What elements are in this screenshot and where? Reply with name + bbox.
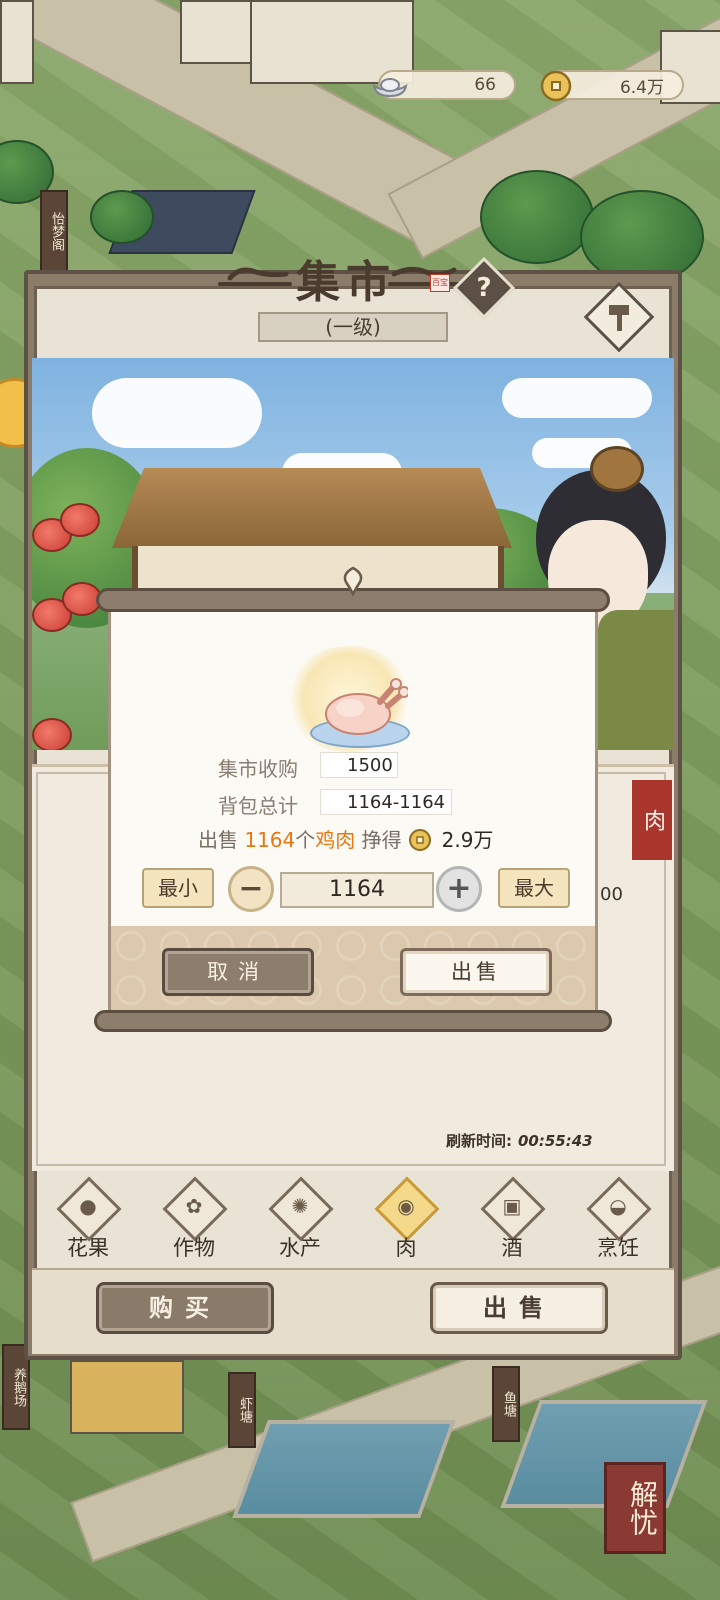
refresh-timer: 刷新时间: 00:55:43: [446, 1130, 593, 1151]
tab-label: 烹饪: [597, 1236, 639, 1260]
silver-ingot-counter[interactable]: 66: [372, 70, 516, 100]
plus-icon: +: [446, 871, 472, 906]
lantern: [32, 718, 72, 750]
lantern: [60, 503, 100, 537]
help-icon: ?: [476, 273, 492, 303]
market-roof: [112, 468, 512, 548]
scroll-rod-bottom: [94, 1010, 612, 1032]
merchant-npc-hairpin: [590, 446, 644, 492]
market-buy-value: 1500: [320, 752, 398, 778]
copper-coin-counter[interactable]: 6.4万: [540, 70, 684, 102]
market-buy-label: 集市收购: [218, 757, 298, 781]
tab-label: 花果: [67, 1236, 109, 1260]
market-level: (一级): [258, 312, 448, 342]
tab-label: 作物: [173, 1236, 215, 1260]
min-quantity-button[interactable]: 最小: [142, 868, 214, 908]
copper-coin-icon: [408, 829, 431, 851]
sell-mode-button[interactable]: 出售: [430, 1282, 608, 1334]
tab-fruit[interactable]: ● 花果: [48, 1176, 128, 1262]
tab-aquatic[interactable]: ✺ 水产: [260, 1176, 340, 1262]
sell-prefix: 出售: [198, 828, 238, 852]
world-sign: 鱼塘: [492, 1366, 520, 1442]
world-sign: 虾塘: [228, 1372, 256, 1448]
sell-unit: 个: [295, 828, 316, 852]
silver-ingot-icon: [372, 78, 408, 98]
scroll-knot-icon: [343, 566, 363, 597]
sell-summary: 出售 1164个鸡肉 挣得 2.9万: [198, 824, 493, 853]
copper-coin-icon: [540, 70, 572, 102]
list-value-partial: 00: [600, 884, 623, 905]
title-seal: 百宝: [430, 274, 450, 292]
tab-label: 水产: [279, 1236, 321, 1260]
category-tabs: ● 花果 ✿ 作物 ✺ 水产 ◉ 肉 ▣ 酒 ◒ 烹饪: [48, 1176, 660, 1262]
tab-wine[interactable]: ▣ 酒: [472, 1176, 552, 1262]
cloud: [92, 378, 262, 448]
copper-amount: 6.4万: [619, 77, 664, 98]
tab-label: 肉: [395, 1236, 417, 1260]
roast-chicken-icon: [325, 678, 408, 735]
category-tag: 肉: [632, 780, 672, 860]
increase-quantity-button[interactable]: +: [436, 866, 482, 912]
sell-count: 1164: [244, 828, 296, 852]
minus-icon: −: [238, 871, 264, 906]
sell-item: 鸡肉: [315, 828, 356, 852]
cancel-button[interactable]: 取消: [162, 948, 314, 996]
refresh-label: 刷新时间:: [446, 1132, 512, 1150]
hammer-icon: [609, 305, 629, 331]
decrease-quantity-button[interactable]: −: [228, 866, 274, 912]
jieyou-seal-button[interactable]: 解忧: [604, 1462, 666, 1554]
earn-value: 2.9万: [441, 828, 494, 852]
bag-total-label: 背包总计: [218, 794, 298, 818]
tab-meat[interactable]: ◉ 肉: [366, 1176, 446, 1262]
tab-cooking[interactable]: ◒ 烹饪: [578, 1176, 658, 1262]
tab-label: 酒: [501, 1236, 523, 1260]
tree: [480, 170, 594, 264]
refresh-time: 00:55:43: [518, 1132, 593, 1150]
max-quantity-button[interactable]: 最大: [498, 868, 570, 908]
buy-mode-button[interactable]: 购买: [96, 1282, 274, 1334]
tree: [90, 190, 154, 244]
tab-crops[interactable]: ✿ 作物: [154, 1176, 234, 1262]
confirm-sell-button[interactable]: 出售: [400, 948, 552, 996]
world-sign: 怡梦阁: [40, 190, 68, 272]
silver-amount: 66: [474, 75, 496, 95]
earn-label: 挣得: [361, 828, 402, 852]
building: [0, 0, 34, 84]
panel-title: 集市: [296, 257, 396, 308]
bag-total-value: 1164-1164: [320, 789, 452, 815]
farm-shed: [70, 1360, 184, 1434]
merchant-npc-robe: [598, 610, 674, 750]
cloud: [502, 378, 652, 418]
fish-pond: [232, 1420, 456, 1518]
quantity-input[interactable]: 1164: [280, 872, 434, 908]
